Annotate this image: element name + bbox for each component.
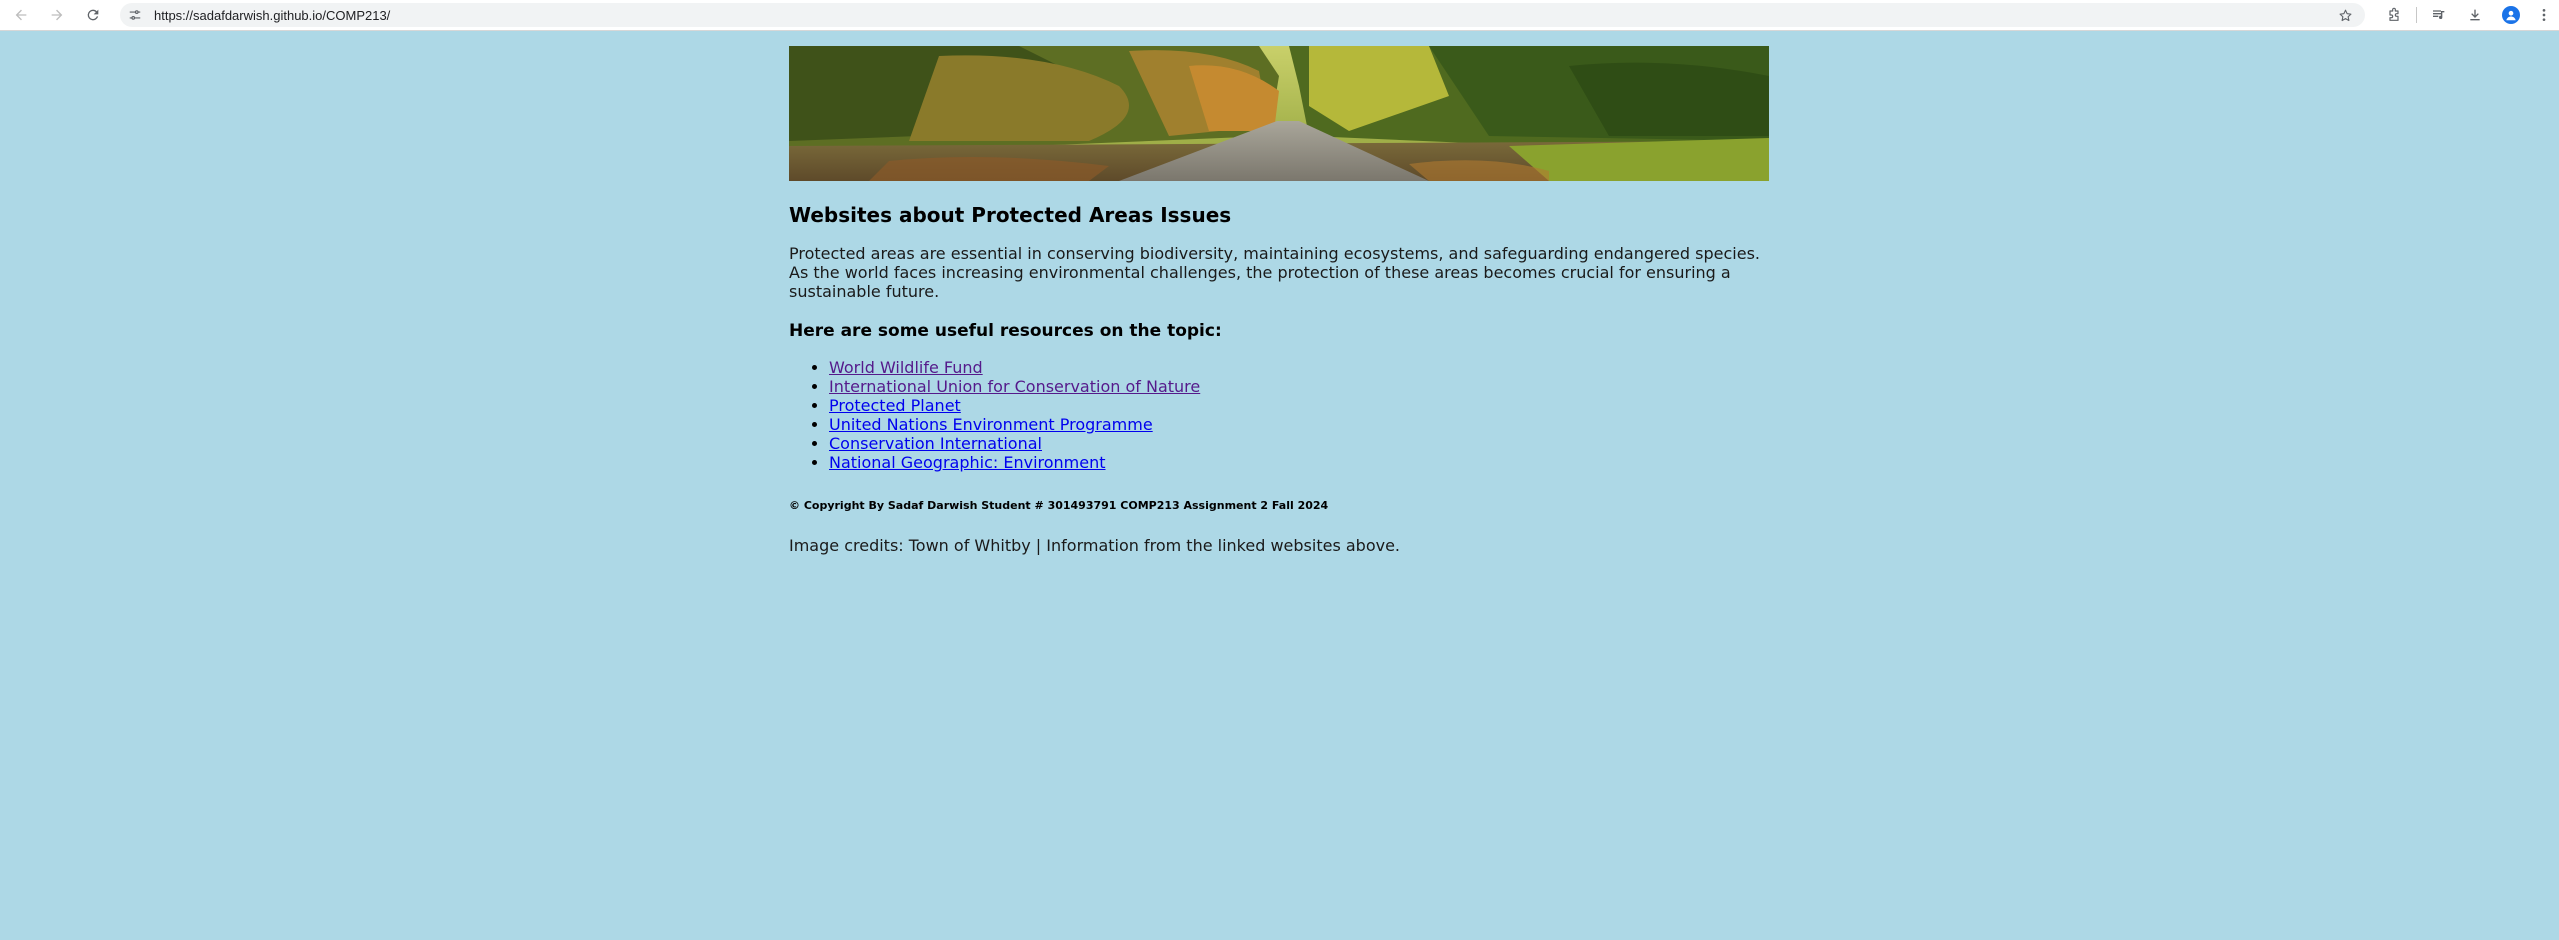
autumn-path-photo: [789, 46, 1769, 181]
back-button[interactable]: [6, 0, 36, 30]
puzzle-icon: [2389, 7, 2399, 21]
avatar: [2502, 6, 2520, 24]
forward-button[interactable]: [42, 0, 72, 30]
downloads-button[interactable]: [2457, 0, 2493, 30]
list-item: World Wildlife Fund: [829, 358, 1769, 377]
extensions-button[interactable]: [2376, 0, 2412, 30]
list-item: United Nations Environment Programme: [829, 415, 1769, 434]
browser-toolbar: https://sadafdarwish.github.io/COMP213/: [0, 0, 2559, 31]
star-icon: [2339, 9, 2351, 21]
media-controls-button[interactable]: [2421, 0, 2457, 30]
chrome-menu-button[interactable]: [2529, 0, 2559, 30]
link-world-wildlife-fund[interactable]: World Wildlife Fund: [829, 358, 983, 377]
tune-icon: [129, 10, 141, 20]
resource-list: World Wildlife Fund International Union …: [789, 358, 1769, 472]
person-icon: [2506, 10, 2516, 21]
intro-paragraph: Protected areas are essential in conserv…: [789, 244, 1760, 301]
kebab-menu-icon: [2542, 9, 2546, 21]
banner-image: [789, 46, 1769, 181]
resources-heading: Here are some useful resources on the to…: [789, 321, 1222, 341]
playlist-icon: [2433, 10, 2445, 19]
link-unep[interactable]: United Nations Environment Programme: [829, 415, 1153, 434]
arrow-right-icon: [51, 9, 63, 21]
profile-button[interactable]: [2493, 0, 2529, 30]
reload-icon: [87, 9, 99, 21]
list-item: Conservation International: [829, 434, 1769, 453]
bookmark-button[interactable]: [2333, 3, 2357, 27]
arrow-left-icon: [15, 9, 27, 21]
link-protected-planet[interactable]: Protected Planet: [829, 396, 961, 415]
page-title: Websites about Protected Areas Issues: [789, 203, 1232, 227]
site-info-button[interactable]: [120, 3, 150, 27]
reload-button[interactable]: [78, 0, 108, 30]
download-icon: [2470, 9, 2480, 21]
list-item: International Union for Conservation of …: [829, 377, 1769, 396]
page-content: Websites about Protected Areas Issues Pr…: [789, 46, 1769, 555]
link-iucn[interactable]: International Union for Conservation of …: [829, 377, 1200, 396]
list-item: Protected Planet: [829, 396, 1769, 415]
image-credits: Image credits: Town of Whitby | Informat…: [789, 536, 1401, 555]
link-national-geographic[interactable]: National Geographic: Environment: [829, 453, 1106, 472]
list-item: National Geographic: Environment: [829, 453, 1769, 472]
link-conservation-international[interactable]: Conservation International: [829, 434, 1042, 453]
url-text[interactable]: https://sadafdarwish.github.io/COMP213/: [154, 8, 390, 23]
toolbar-actions: [2376, 0, 2559, 30]
toolbar-separator: [2416, 7, 2417, 23]
copyright-notice: © Copyright By Sadaf Darwish Student # 3…: [789, 499, 1329, 512]
address-bar[interactable]: https://sadafdarwish.github.io/COMP213/: [120, 3, 2365, 27]
